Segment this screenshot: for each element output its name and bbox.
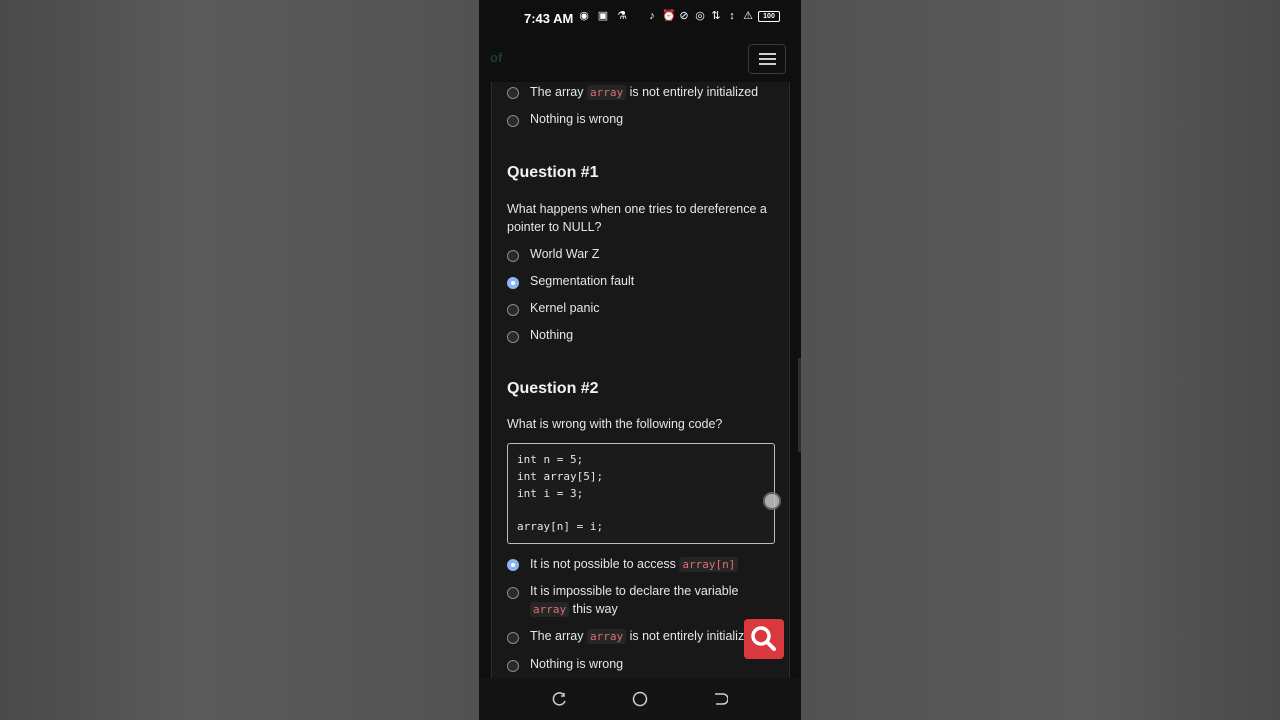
blurred-background-left <box>0 0 479 720</box>
option-label: It is not possible to access array[n] <box>530 555 778 574</box>
inline-code: array <box>530 602 570 617</box>
radio-button[interactable] <box>507 587 519 599</box>
touch-indicator <box>763 492 781 510</box>
media-icon: ▣ <box>597 10 609 22</box>
search-icon <box>751 626 776 651</box>
option-label: Nothing is wrong <box>530 657 624 671</box>
home-icon[interactable] <box>632 691 648 707</box>
option-text: this way <box>569 602 618 616</box>
phone-screen: 7:43 AM ◉ ▣ ⚗ ♪ ⏰ ⊘ ◎ ⇅ ↕ ⚠ 100 of The a… <box>479 0 801 720</box>
option-label: Segmentation fault <box>530 274 635 288</box>
4g-signal-icon: ⇅ <box>711 10 721 22</box>
app-navbar: of <box>479 36 801 82</box>
scrollbar[interactable] <box>798 358 801 452</box>
radio-button[interactable] <box>507 87 519 99</box>
search-fab-button[interactable] <box>744 619 784 659</box>
hamburger-icon-line <box>759 63 776 65</box>
inline-code: array <box>586 629 627 644</box>
question-2-text: What is wrong with the following code? <box>507 417 723 431</box>
system-nav-bar <box>479 678 801 720</box>
menu-toggle-button[interactable] <box>748 44 786 74</box>
question-1-text: What happens when one tries to dereferen… <box>507 202 767 234</box>
option-text: is not entirely initialized <box>626 85 759 99</box>
option-label: It is impossible to declare the variable… <box>530 582 758 619</box>
option-label: World War Z <box>530 247 600 261</box>
option-label: The array array is not entirely initiali… <box>530 627 778 646</box>
status-time: 7:43 AM <box>524 11 574 26</box>
option-text: It is impossible to declare the variable <box>530 584 739 598</box>
code-line: int n = 5; <box>517 453 584 466</box>
inline-code: array <box>586 85 627 100</box>
back-icon[interactable] <box>712 691 728 707</box>
question-2-heading: Question #2 <box>507 380 599 397</box>
option-label: Kernel panic <box>530 301 600 315</box>
option-text: The array <box>530 85 587 99</box>
inline-code: array[n] <box>679 557 739 572</box>
hotspot-icon: ◎ <box>695 10 705 22</box>
alarm-icon: ⏰ <box>662 10 676 22</box>
hamburger-icon-line <box>759 58 776 60</box>
radio-button-selected[interactable] <box>507 277 519 289</box>
code-line: int i = 3; <box>517 487 584 500</box>
code-line: array[n] = i; <box>517 520 604 533</box>
code-block: int n = 5; int array[5]; int i = 3; arra… <box>507 443 775 544</box>
status-left-icons: ◉ ▣ ⚗ <box>578 10 628 22</box>
radio-button[interactable] <box>507 115 519 127</box>
flask-icon: ⚗ <box>617 10 627 22</box>
hamburger-icon <box>759 53 776 55</box>
battery-indicator: 100 <box>758 10 780 22</box>
recent-apps-icon[interactable] <box>552 691 568 707</box>
radio-button[interactable] <box>507 304 519 316</box>
radio-button[interactable] <box>507 632 519 644</box>
radio-button[interactable] <box>507 331 519 343</box>
status-right-icons: ♪ ⏰ ⊘ ◎ ⇅ ↕ ⚠ 100 <box>646 10 780 22</box>
option-text: It is not possible to access <box>530 557 680 571</box>
radio-button[interactable] <box>507 250 519 262</box>
option-label: The array array is not entirely initiali… <box>530 83 778 102</box>
option-text: The array <box>530 629 587 643</box>
data-speed-icon: ↕ <box>729 10 735 22</box>
blurred-background-right <box>801 0 1280 720</box>
question-1-heading: Question #1 <box>507 164 599 181</box>
record-icon: ◉ <box>579 10 589 22</box>
brand-logo[interactable]: of <box>490 50 502 65</box>
option-text: is not entirely initializ <box>626 629 745 643</box>
option-label: Nothing <box>530 328 574 342</box>
quiz-card: The array array is not entirely initiali… <box>491 82 790 678</box>
alert-icon: ⚠ <box>743 10 753 22</box>
radio-button[interactable] <box>507 660 519 672</box>
block-icon: ⊘ <box>679 10 689 22</box>
status-bar: 7:43 AM ◉ ▣ ⚗ ♪ ⏰ ⊘ ◎ ⇅ ↕ ⚠ 100 <box>479 0 801 36</box>
code-line: int array[5]; <box>517 470 604 483</box>
bell-off-icon: ♪ <box>649 10 655 22</box>
radio-button-selected[interactable] <box>507 559 519 571</box>
option-label: Nothing is wrong <box>530 112 624 126</box>
